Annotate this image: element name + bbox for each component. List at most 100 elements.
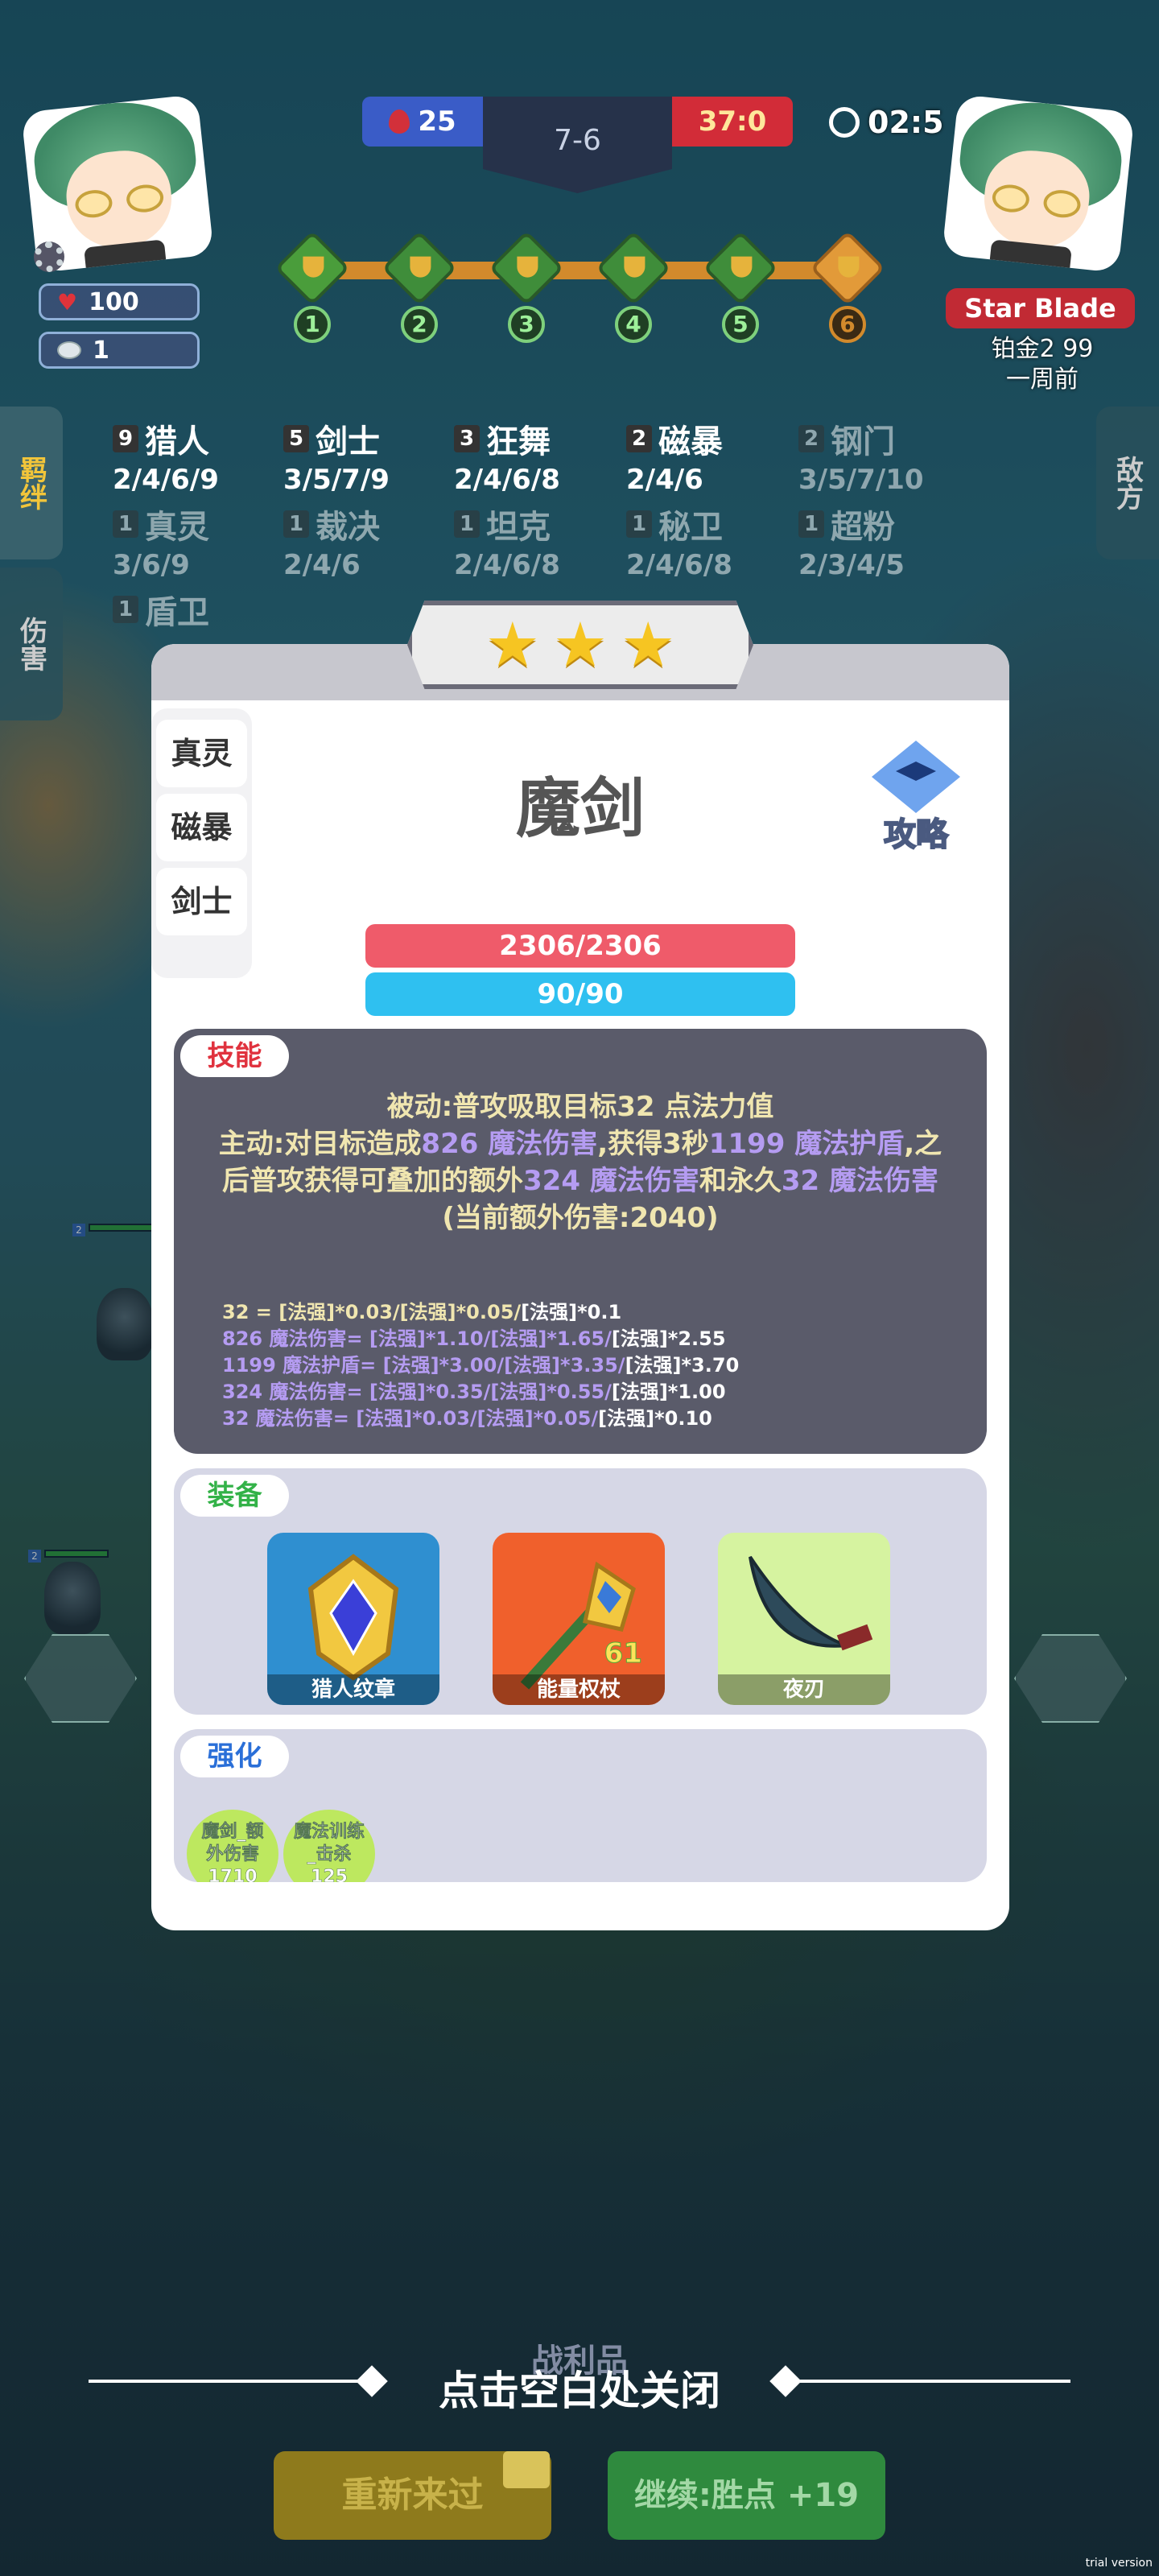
formula-line: 32 = [法强]*0.03/[法强]*0.05/[法强]*0.1 bbox=[222, 1299, 947, 1326]
trait-item[interactable]: 1 裁决 2/4/6 bbox=[283, 501, 380, 581]
formula-max: [法强]*1.00 bbox=[611, 1381, 726, 1403]
clock-icon bbox=[829, 107, 860, 138]
trait-count: 1 bbox=[454, 510, 480, 538]
trait-count: 1 bbox=[283, 510, 309, 538]
blue-score-value: 25 bbox=[418, 105, 456, 138]
skill-active: 主动:对目标造成826 魔法伤害,获得3秒1199 魔法护盾,之后普攻获得可叠加… bbox=[206, 1125, 955, 1199]
item-hunter-emblem[interactable]: 猎人纹章 bbox=[267, 1533, 439, 1705]
trophy-icon bbox=[382, 230, 457, 306]
skill-tag: 技能 bbox=[180, 1035, 289, 1077]
trait-name: 猎人 bbox=[145, 423, 209, 460]
round-node-5: 5 bbox=[703, 230, 778, 343]
tab-enemy[interactable]: 敌方 bbox=[1096, 407, 1159, 559]
round-node-6: 6 bbox=[810, 230, 885, 343]
trait-item[interactable]: 2 钢门 3/5/7/10 bbox=[798, 415, 924, 496]
skill-description: 被动:普攻吸取目标32 点法力值 主动:对目标造成826 魔法伤害,获得3秒11… bbox=[206, 1088, 955, 1236]
trophy-icon bbox=[489, 230, 564, 306]
trait-levels: 2/4/6/8 bbox=[626, 549, 732, 581]
formula-text: 826 魔法伤害= [法强]*1.10/[法强]*1.65/ bbox=[222, 1327, 612, 1350]
formula-max: [法强]*0.1 bbox=[521, 1301, 622, 1323]
guide-button[interactable]: 攻略 bbox=[860, 741, 972, 855]
video-icon bbox=[503, 2451, 550, 2488]
item-name: 猎人纹章 bbox=[267, 1674, 439, 1705]
round-marker-icon bbox=[274, 230, 350, 306]
tab-damage[interactable]: 伤害 bbox=[0, 568, 63, 720]
trait-item[interactable]: 1 超粉 2/3/4/5 bbox=[798, 501, 905, 581]
trait-levels: 2/4/6/9 bbox=[113, 464, 219, 496]
boost-value: 125 bbox=[311, 1867, 348, 1882]
round-node-1: 1 bbox=[274, 230, 350, 343]
timer-value: 02:5 bbox=[868, 105, 944, 140]
item-energy-scepter[interactable]: 61 能量权杖 bbox=[493, 1533, 665, 1705]
formula-line: 1199 魔法护盾= [法强]*3.00/[法强]*3.35/[法强]*3.70 bbox=[222, 1352, 947, 1379]
trait-item[interactable]: 1 真灵 3/6/9 bbox=[113, 501, 209, 581]
trait-levels: 2/4/6 bbox=[283, 549, 361, 581]
round-node-3: 3 bbox=[489, 230, 564, 343]
trait-item[interactable]: 1 盾卫 bbox=[113, 586, 209, 633]
trait-levels: 2/4/6/8 bbox=[454, 464, 560, 496]
unit-trait-tab[interactable]: 剑士 bbox=[156, 868, 247, 935]
trait-name: 超粉 bbox=[831, 509, 895, 546]
star-icon: ★ bbox=[485, 609, 540, 680]
trait-item[interactable]: 3 狂舞 2/4/6/8 bbox=[454, 415, 560, 496]
item-night-blade[interactable]: 夜刃 bbox=[718, 1533, 890, 1705]
trait-levels: 3/5/7/9 bbox=[283, 464, 390, 496]
trait-count: 9 bbox=[113, 425, 138, 452]
boost-line: 魔剑_额 bbox=[201, 1822, 264, 1843]
round-number: 2 bbox=[401, 306, 438, 343]
close-hint[interactable]: 点击空白处关闭 bbox=[0, 2359, 1159, 2417]
round-number: 6 bbox=[829, 306, 866, 343]
player-coins-value: 1 bbox=[93, 336, 109, 365]
trait-item[interactable]: 1 秘卫 2/4/6/8 bbox=[626, 501, 732, 581]
boost-section: 强化 魔剑_额 外伤害 1710 魔法训练 _击杀 125 bbox=[174, 1729, 987, 1882]
trophy-icon bbox=[703, 230, 778, 306]
skill-value: 826 魔法伤害 bbox=[421, 1128, 598, 1160]
skill-value: 32 魔法伤害 bbox=[781, 1165, 938, 1197]
blue-score: 25 bbox=[362, 97, 483, 147]
trait-levels: 3/5/7/10 bbox=[798, 464, 924, 496]
skill-value: 1199 魔法护盾 bbox=[708, 1128, 905, 1160]
formula-text: 324 魔法伤害= [法强]*0.35/[法强]*0.55/ bbox=[222, 1381, 612, 1403]
trait-item[interactable]: 2 磁暴 2/4/6 bbox=[626, 415, 723, 496]
equipment-tag: 装备 bbox=[180, 1475, 289, 1517]
opponent-avatar[interactable] bbox=[942, 94, 1135, 273]
trait-count: 1 bbox=[626, 510, 652, 538]
trait-count: 1 bbox=[113, 510, 138, 538]
trait-name: 狂舞 bbox=[486, 423, 551, 460]
trait-item[interactable]: 5 剑士 3/5/7/9 bbox=[283, 415, 390, 496]
trait-count: 3 bbox=[454, 425, 480, 452]
trait-name: 坦克 bbox=[486, 509, 551, 546]
trial-version-label: trial version bbox=[1085, 2557, 1153, 2570]
trait-name: 磁暴 bbox=[658, 423, 723, 460]
trait-levels: 2/4/6/8 bbox=[454, 549, 560, 581]
opponent-rank-text: 铂金2 99 bbox=[991, 335, 1094, 363]
formula-text: 32 魔法伤害= [法强]*0.03/[法强]*0.05/ bbox=[222, 1407, 599, 1430]
continue-button[interactable]: 继续:胜点 +19 bbox=[608, 2451, 885, 2540]
hint-line-right bbox=[789, 2380, 1070, 2383]
red-score: 37:0 bbox=[672, 97, 793, 147]
tab-bonds[interactable]: 羁绊 bbox=[0, 407, 63, 559]
unit-detail-popup: ★ ★ ★ 真灵 磁暴 剑士 魔剑 攻略 2306/2306 90/90 技能 … bbox=[151, 601, 1009, 1930]
formula-max: [法强]*0.10 bbox=[598, 1407, 712, 1430]
round-node-4: 4 bbox=[596, 230, 671, 343]
score-bar: 25 7-6 37:0 bbox=[362, 97, 797, 193]
opponent-name: Star Blade bbox=[946, 288, 1135, 328]
trait-count: 2 bbox=[798, 425, 824, 452]
unit-mana-bar: 90/90 bbox=[365, 972, 795, 1016]
trait-name: 秘卫 bbox=[658, 509, 723, 546]
gear-icon[interactable] bbox=[34, 242, 64, 272]
trait-item[interactable]: 1 坦克 2/4/6/8 bbox=[454, 501, 560, 581]
trait-name: 真灵 bbox=[145, 509, 209, 546]
boost-chip[interactable]: 魔剑_额 外伤害 1710 bbox=[187, 1810, 278, 1882]
star-icon: ★ bbox=[621, 609, 676, 680]
trait-item[interactable]: 9 猎人 2/4/6/9 bbox=[113, 415, 219, 496]
item-stack-count: 61 bbox=[604, 1637, 642, 1670]
formula-text: 1199 魔法护盾= [法强]*3.00/[法强]*3.35/ bbox=[222, 1354, 625, 1377]
opponent-rank: 铂金2 99 一周前 bbox=[954, 334, 1131, 395]
formula-line: 826 魔法伤害= [法强]*1.10/[法强]*1.65/[法强]*2.55 bbox=[222, 1326, 947, 1352]
equipment-section: 装备 猎人纹章 61 能量权杖 夜刃 bbox=[174, 1468, 987, 1715]
skill-text: 和永久 bbox=[699, 1165, 782, 1197]
boost-chip[interactable]: 魔法训练 _击杀 125 bbox=[283, 1810, 375, 1882]
player-coins-pill: 1 bbox=[39, 332, 200, 369]
formula-max: [法强]*2.55 bbox=[611, 1327, 726, 1350]
